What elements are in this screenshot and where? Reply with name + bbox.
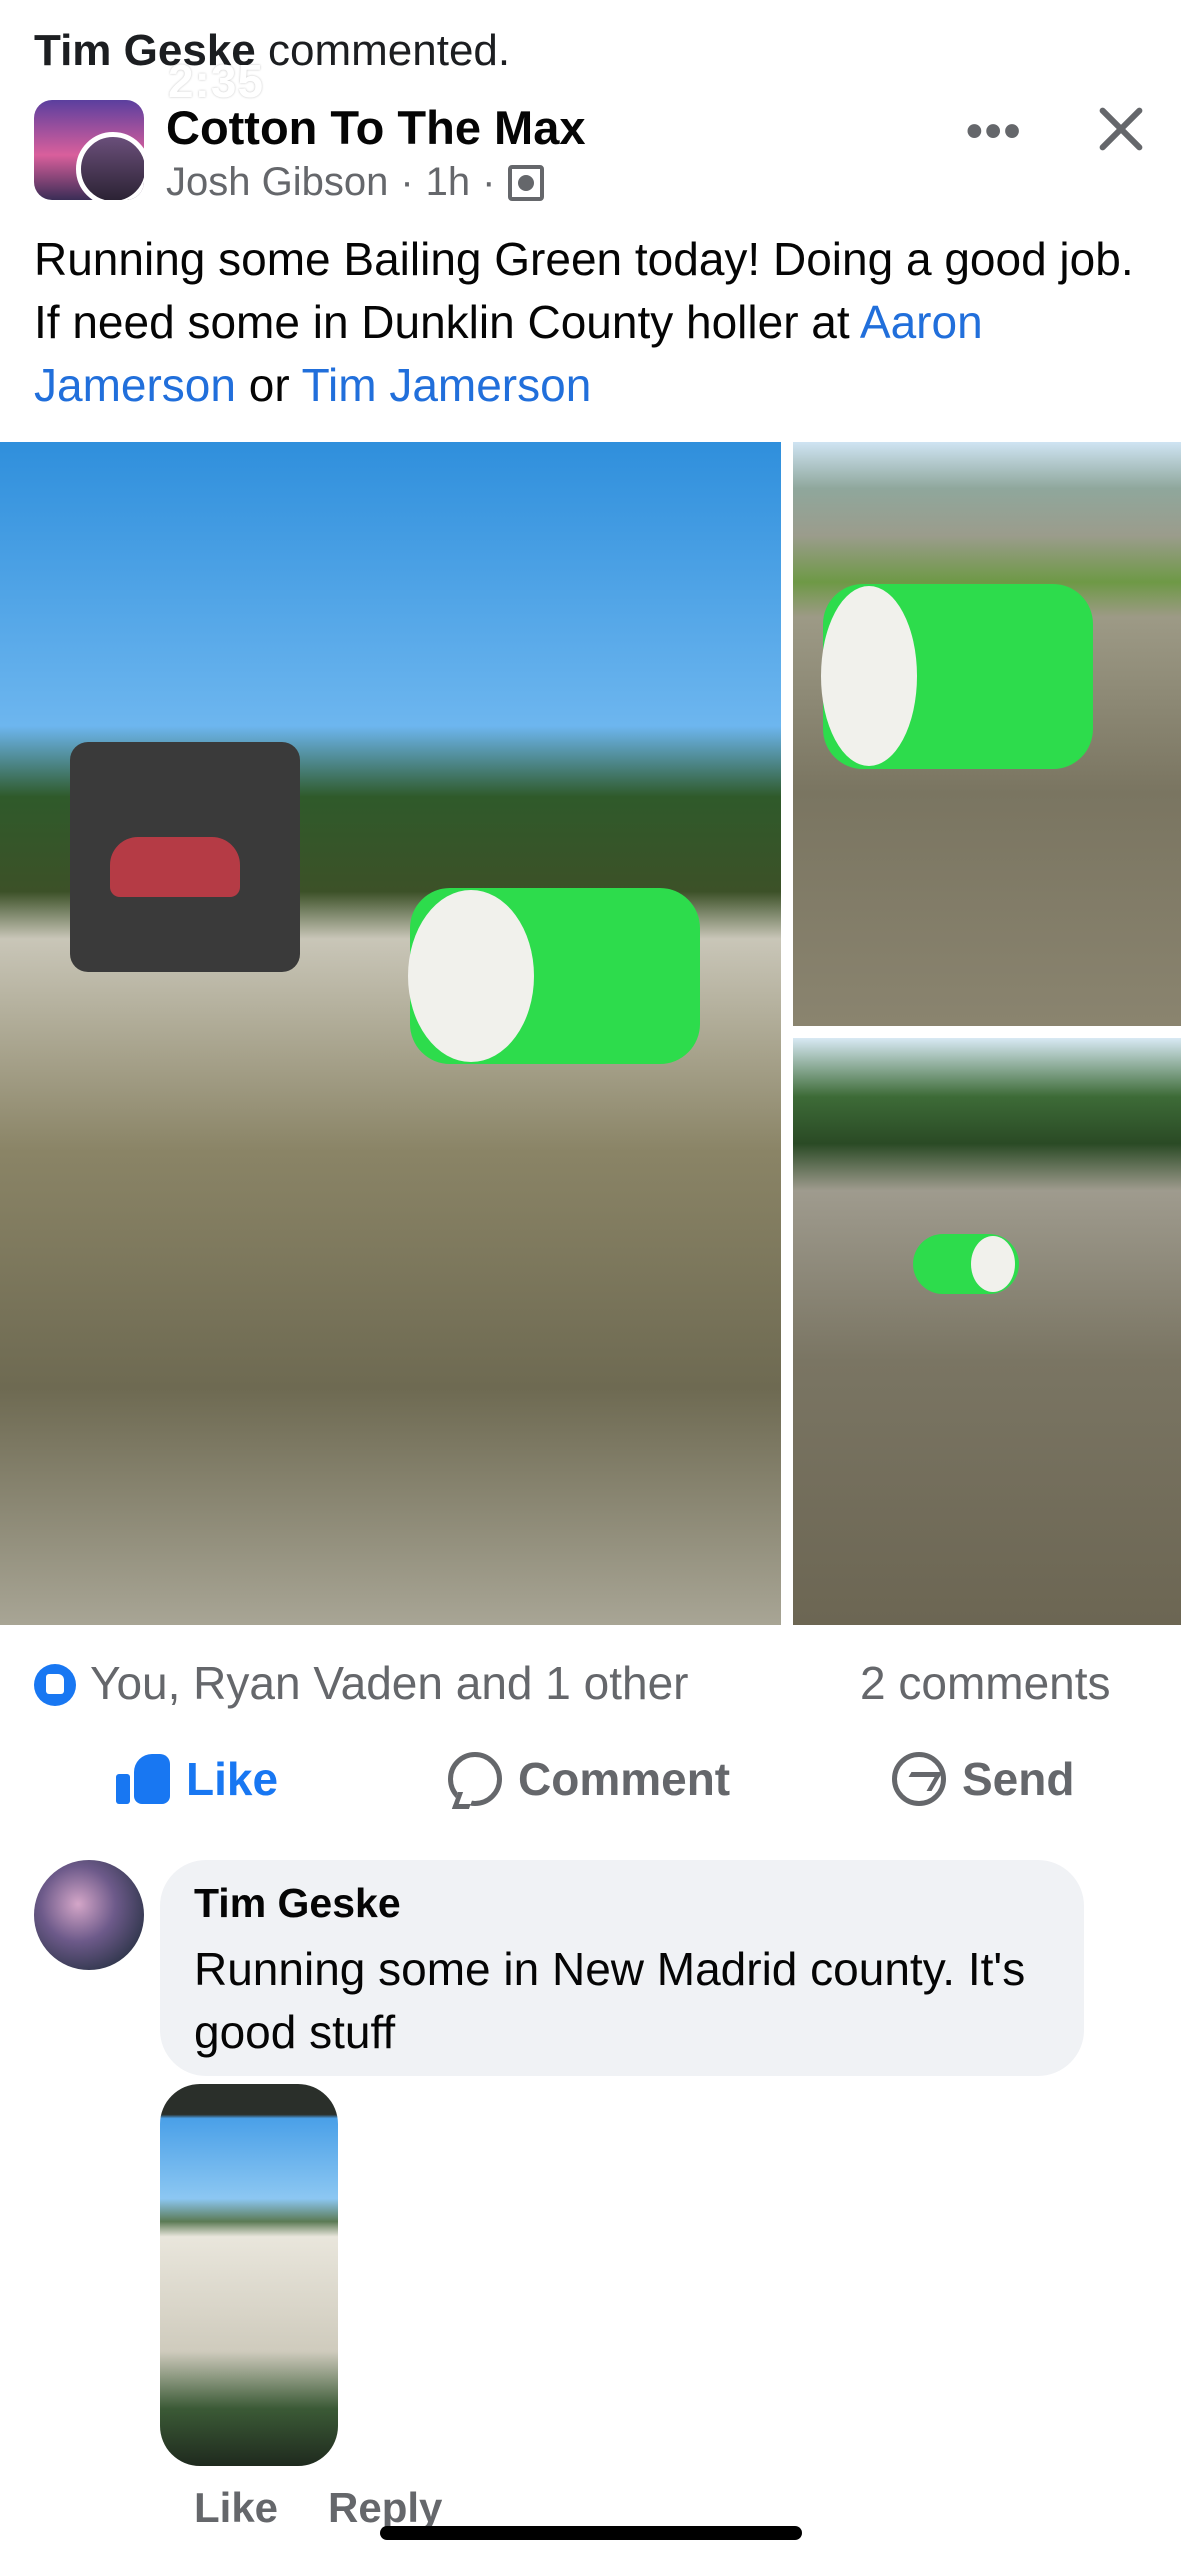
comment-label: Comment [518, 1753, 731, 1805]
post-photo-main[interactable] [0, 442, 781, 1625]
comment-reply-button[interactable]: Reply [328, 2484, 442, 2532]
post-meta: Josh Gibson · 1h · [166, 160, 544, 205]
notification-text: commented. [268, 26, 511, 75]
comment-count[interactable]: 2 comments [860, 1656, 1111, 1710]
close-icon[interactable] [1090, 98, 1152, 160]
comment-notification[interactable]: Tim Geske commented. [34, 26, 510, 76]
post-photo-bottom-right[interactable] [793, 1038, 1181, 1625]
reaction-summary[interactable]: You, Ryan Vaden and 1 other [90, 1656, 688, 1710]
thumbs-up-icon [116, 1754, 170, 1804]
group-privacy-icon [507, 164, 544, 201]
post-time[interactable]: 1h [426, 160, 471, 205]
meta-separator: · [482, 160, 496, 204]
network-type: 5G+ [908, 60, 978, 101]
comment-like-button[interactable]: Like [194, 2484, 278, 2532]
comment-text: Running some in New Madrid county. It's … [194, 1943, 1026, 2058]
author-avatar [76, 132, 144, 200]
like-label: Like [186, 1753, 279, 1805]
home-indicator[interactable] [380, 2526, 802, 2540]
cotton-bale-end-shape [971, 1236, 1015, 1292]
signal-icon [830, 58, 896, 98]
comment-photo[interactable] [160, 2084, 338, 2466]
battery-icon [1000, 60, 1086, 98]
cotton-bale-end-shape [408, 890, 534, 1062]
group-avatar[interactable] [34, 100, 144, 200]
like-reaction-icon [34, 1664, 76, 1706]
mention-tim-jamerson[interactable]: Tim Jamerson [302, 359, 592, 411]
comment-button[interactable]: Comment [448, 1752, 730, 1806]
post-text: Running some Bailing Green today! Doing … [34, 233, 1134, 411]
post-photo-top-right[interactable] [793, 442, 1181, 1026]
more-options-button[interactable]: ••• [966, 104, 1022, 159]
tractor-hood-shape [110, 837, 240, 897]
send-button[interactable]: Send [892, 1752, 1074, 1806]
meta-separator: · [400, 160, 414, 204]
commenter-avatar[interactable] [34, 1860, 144, 1970]
messenger-icon [892, 1752, 946, 1806]
post-author[interactable]: Josh Gibson [166, 160, 388, 205]
like-button[interactable]: Like [116, 1752, 278, 1806]
commenter-name[interactable]: Tim Geske [194, 1880, 401, 1927]
comment-bubble-icon [448, 1752, 502, 1806]
send-label: Send [962, 1753, 1075, 1805]
cotton-bale-end-shape [821, 586, 917, 766]
group-name[interactable]: Cotton To The Max [166, 100, 585, 155]
